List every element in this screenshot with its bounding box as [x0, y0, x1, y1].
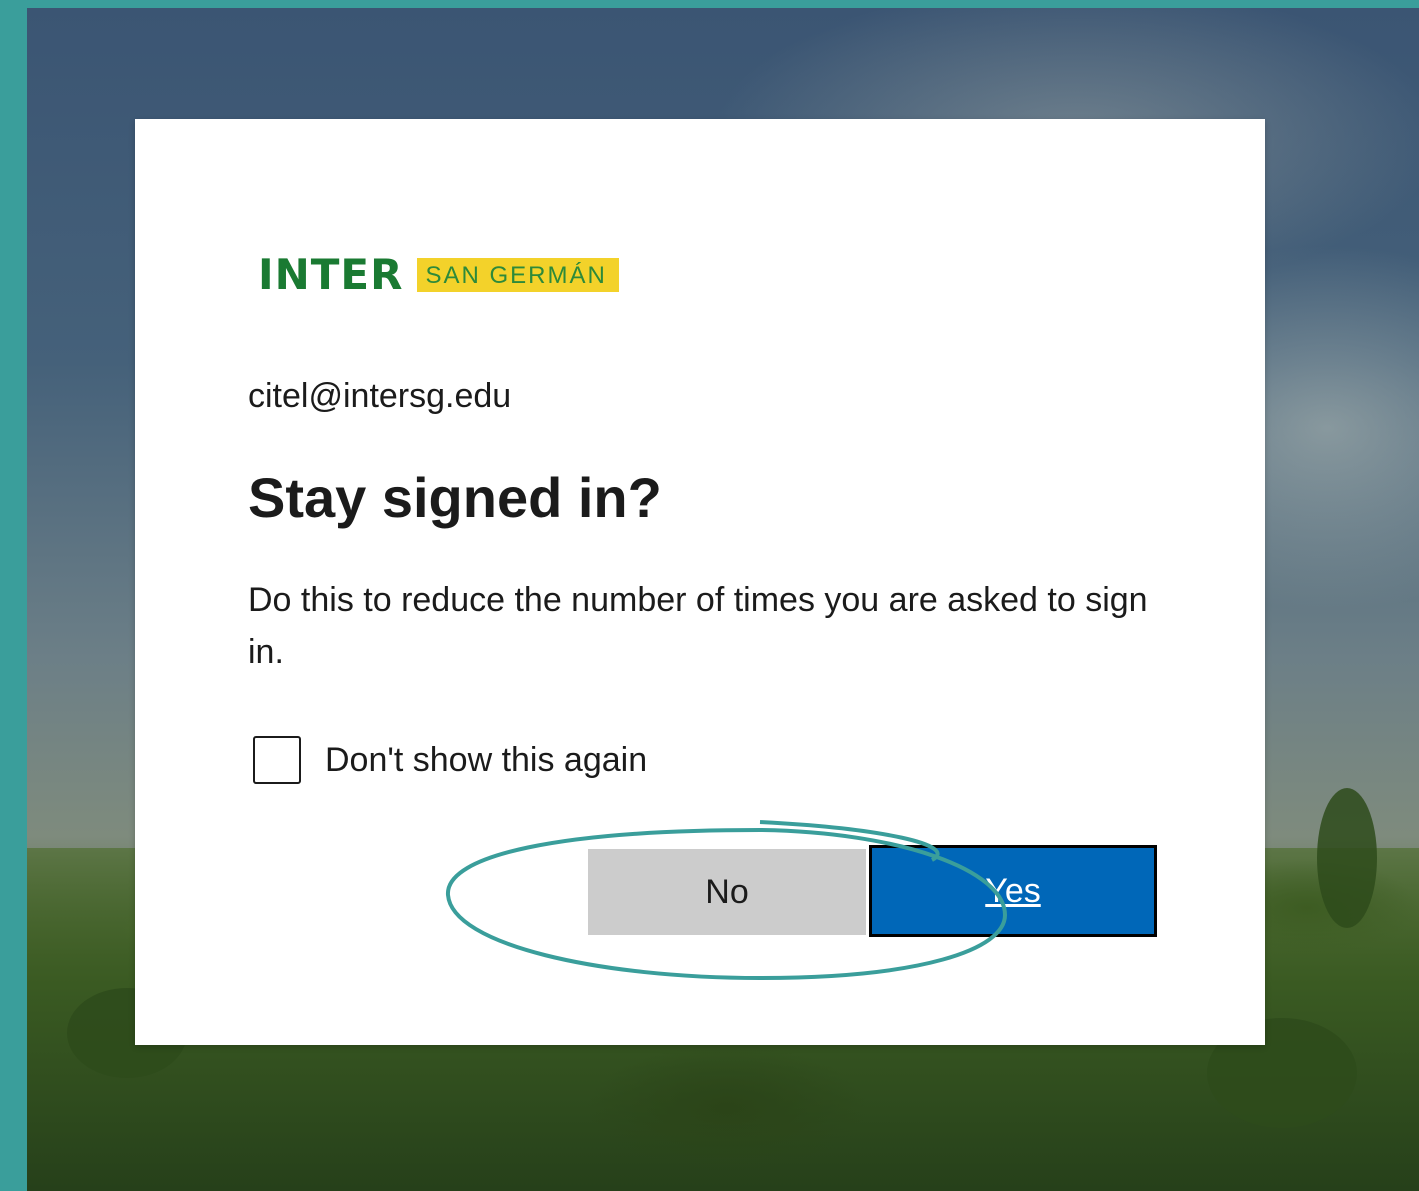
- dont-show-again-checkbox[interactable]: [253, 736, 301, 784]
- account-email: citel@intersg.edu: [248, 377, 512, 415]
- yes-button[interactable]: Yes: [869, 845, 1157, 937]
- dont-show-again-label: Don't show this again: [325, 740, 648, 779]
- org-logo: INTER SAN GERMÁN: [258, 249, 619, 301]
- dont-show-again-checkbox-row[interactable]: Don't show this again: [253, 736, 647, 784]
- logo-campus-text: SAN GERMÁN: [417, 257, 619, 293]
- page-title: Stay signed in?: [248, 466, 662, 529]
- prompt-description: Do this to reduce the number of times yo…: [248, 581, 1148, 671]
- background-tree: [1317, 788, 1377, 928]
- stay-signed-in-dialog: INTER SAN GERMÁN citel@intersg.edu Stay …: [135, 119, 1265, 1045]
- logo-brand-text: INTER: [258, 250, 404, 299]
- no-button[interactable]: No: [588, 849, 866, 935]
